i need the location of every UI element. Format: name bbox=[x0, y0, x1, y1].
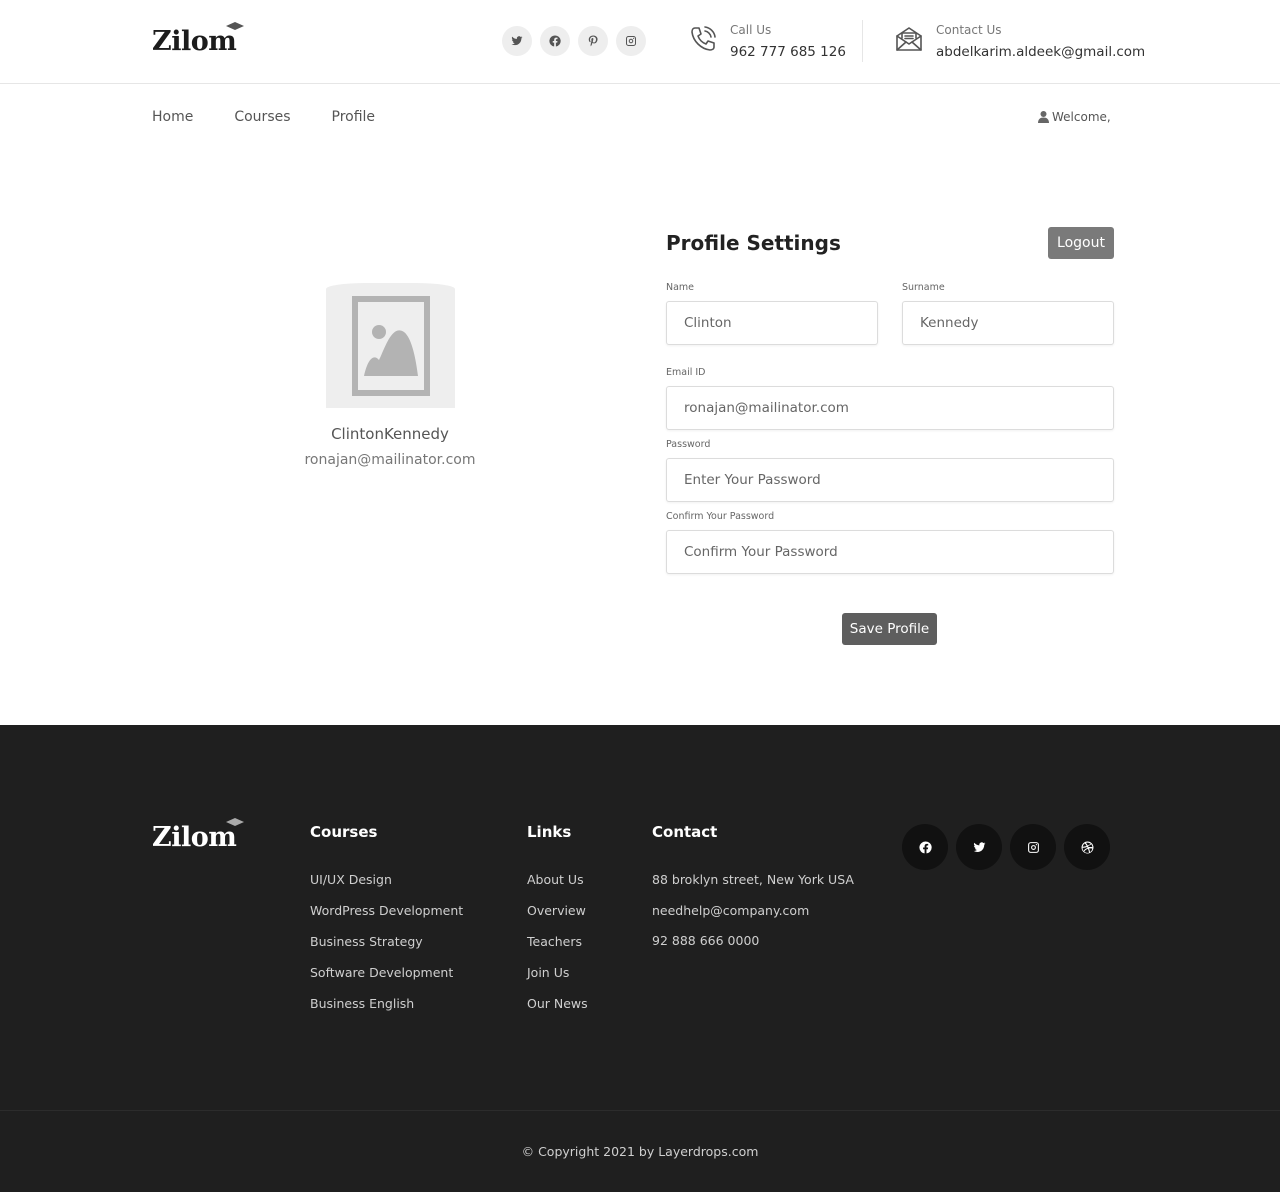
surname-input[interactable] bbox=[902, 301, 1114, 345]
footer-divider bbox=[0, 1110, 1280, 1111]
header-social-links bbox=[502, 26, 646, 56]
profile-settings-title: Profile Settings bbox=[666, 231, 841, 255]
footer-links-title: Links bbox=[527, 823, 572, 841]
footer-contact-title: Contact bbox=[652, 823, 718, 841]
twitter-link[interactable] bbox=[502, 26, 532, 56]
footer-link[interactable]: About Us bbox=[527, 872, 588, 888]
call-us-number[interactable]: 962 777 685 126 bbox=[730, 43, 846, 61]
footer-course-link[interactable]: Business Strategy bbox=[310, 934, 463, 950]
copyright-text: © Copyright 2021 by Layerdrops.com bbox=[521, 1144, 759, 1159]
user-icon bbox=[1038, 111, 1049, 123]
footer-phone[interactable]: 92 888 666 0000 bbox=[652, 933, 854, 949]
footer-link[interactable]: Our News bbox=[527, 996, 588, 1012]
brand-logo[interactable]: Zilom bbox=[152, 22, 245, 57]
nav-courses[interactable]: Courses bbox=[234, 108, 290, 126]
site-footer: Zilom Courses UI/UX Design WordPress Dev… bbox=[0, 725, 1280, 1192]
top-header: Zilom Call Us 962 777 685 126 Contact Us… bbox=[0, 0, 1280, 84]
instagram-icon bbox=[1027, 841, 1039, 853]
footer-brand-name: Zilom bbox=[152, 822, 237, 853]
image-placeholder-icon bbox=[351, 295, 430, 396]
name-label: Name bbox=[666, 282, 695, 293]
graduation-cap-icon bbox=[226, 818, 245, 826]
footer-email[interactable]: needhelp@company.com bbox=[652, 903, 854, 919]
instagram-icon bbox=[626, 36, 636, 46]
contact-us-label: Contact Us bbox=[936, 23, 1002, 37]
confirm-password-label: Confirm Your Password bbox=[666, 511, 775, 522]
footer-facebook-link[interactable] bbox=[902, 824, 948, 870]
header-divider bbox=[862, 20, 863, 62]
footer-courses-title: Courses bbox=[310, 823, 378, 841]
profile-email: ronajan@mailinator.com bbox=[304, 452, 476, 468]
footer-social-links bbox=[902, 824, 1110, 870]
logout-button[interactable]: Logout bbox=[1048, 227, 1114, 259]
name-input[interactable] bbox=[666, 301, 878, 345]
brand-name: Zilom bbox=[152, 26, 237, 57]
footer-link[interactable]: Overview bbox=[527, 903, 588, 919]
facebook-link[interactable] bbox=[540, 26, 570, 56]
footer-contact: Contact 88 broklyn street, New York USA … bbox=[652, 823, 854, 964]
graduation-cap-icon bbox=[226, 22, 245, 30]
instagram-link[interactable] bbox=[616, 26, 646, 56]
facebook-icon bbox=[549, 35, 561, 47]
welcome-text: Welcome, bbox=[1052, 110, 1111, 124]
save-profile-button[interactable]: Save Profile bbox=[842, 613, 937, 645]
dribbble-icon bbox=[1081, 841, 1093, 853]
call-us-label: Call Us bbox=[730, 23, 772, 37]
nav-profile[interactable]: Profile bbox=[332, 108, 376, 126]
contact-us-email[interactable]: abdelkarim.aldeek@gmail.com bbox=[936, 43, 1145, 61]
footer-course-link[interactable]: UI/UX Design bbox=[310, 872, 463, 888]
pinterest-link[interactable] bbox=[578, 26, 608, 56]
footer-link[interactable]: Teachers bbox=[527, 934, 588, 950]
footer-logo[interactable]: Zilom bbox=[152, 818, 245, 853]
footer-dribbble-link[interactable] bbox=[1064, 824, 1110, 870]
call-us-block: Call Us 962 777 685 126 bbox=[688, 22, 846, 61]
footer-courses: Courses UI/UX Design WordPress Developme… bbox=[310, 823, 463, 1027]
footer-course-link[interactable]: Business English bbox=[310, 996, 463, 1012]
welcome-user[interactable]: Welcome, bbox=[1038, 108, 1111, 126]
email-label: Email ID bbox=[666, 367, 706, 378]
pinterest-icon bbox=[588, 35, 598, 47]
phone-icon bbox=[688, 24, 718, 54]
password-label: Password bbox=[666, 439, 711, 450]
profile-display-name: ClintonKennedy bbox=[331, 425, 449, 443]
twitter-icon bbox=[511, 36, 523, 46]
main-nav: Home Courses Profile bbox=[152, 108, 375, 126]
footer-links: Links About Us Overview Teachers Join Us… bbox=[527, 823, 588, 1027]
footer-course-link[interactable]: Software Development bbox=[310, 965, 463, 981]
footer-link[interactable]: Join Us bbox=[527, 965, 588, 981]
confirm-password-input[interactable] bbox=[666, 530, 1114, 574]
password-input[interactable] bbox=[666, 458, 1114, 502]
envelope-icon bbox=[894, 24, 924, 54]
facebook-icon bbox=[918, 841, 932, 853]
profile-avatar[interactable] bbox=[326, 283, 455, 408]
footer-address: 88 broklyn street, New York USA bbox=[652, 872, 854, 887]
nav-home[interactable]: Home bbox=[152, 108, 193, 126]
twitter-icon bbox=[973, 841, 985, 852]
footer-instagram-link[interactable] bbox=[1010, 824, 1056, 870]
contact-us-block: Contact Us abdelkarim.aldeek@gmail.com bbox=[894, 22, 1145, 61]
footer-twitter-link[interactable] bbox=[956, 824, 1002, 870]
email-input[interactable] bbox=[666, 386, 1114, 430]
footer-course-link[interactable]: WordPress Development bbox=[310, 903, 463, 919]
surname-label: Surname bbox=[902, 282, 945, 293]
